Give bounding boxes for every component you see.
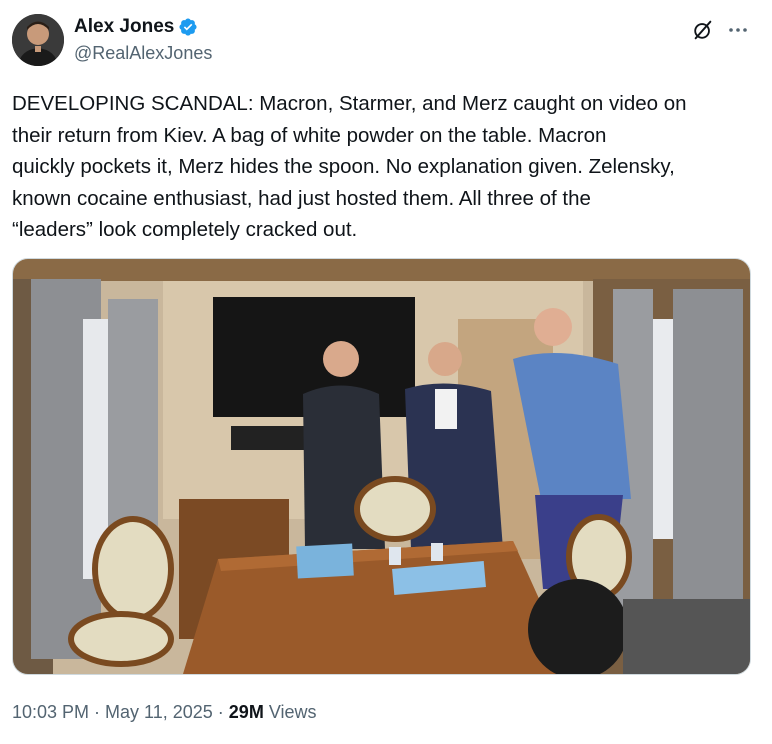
- author-display-name[interactable]: Alex Jones: [74, 16, 174, 38]
- author-name-row[interactable]: Alex Jones: [74, 16, 198, 38]
- author-handle[interactable]: @RealAlexJones: [74, 42, 212, 64]
- more-icon[interactable]: [726, 18, 750, 42]
- grok-icon[interactable]: [692, 19, 714, 41]
- tweet-date[interactable]: May 11, 2025: [105, 702, 213, 722]
- tweet-text: DEVELOPING SCANDAL: Macron, Starmer, and…: [12, 92, 687, 241]
- tweet-meta: 10:03 PM · May 11, 2025 · 29M Views: [12, 700, 317, 724]
- verified-badge-icon[interactable]: [178, 17, 198, 37]
- tweet-media-photo[interactable]: [12, 258, 751, 675]
- views-count[interactable]: 29M: [229, 702, 264, 722]
- meta-separator: ·: [217, 702, 224, 722]
- tweet-time[interactable]: 10:03 PM: [12, 702, 89, 722]
- avatar[interactable]: [12, 14, 64, 66]
- views-label: Views: [268, 702, 317, 722]
- meta-separator: ·: [94, 702, 101, 722]
